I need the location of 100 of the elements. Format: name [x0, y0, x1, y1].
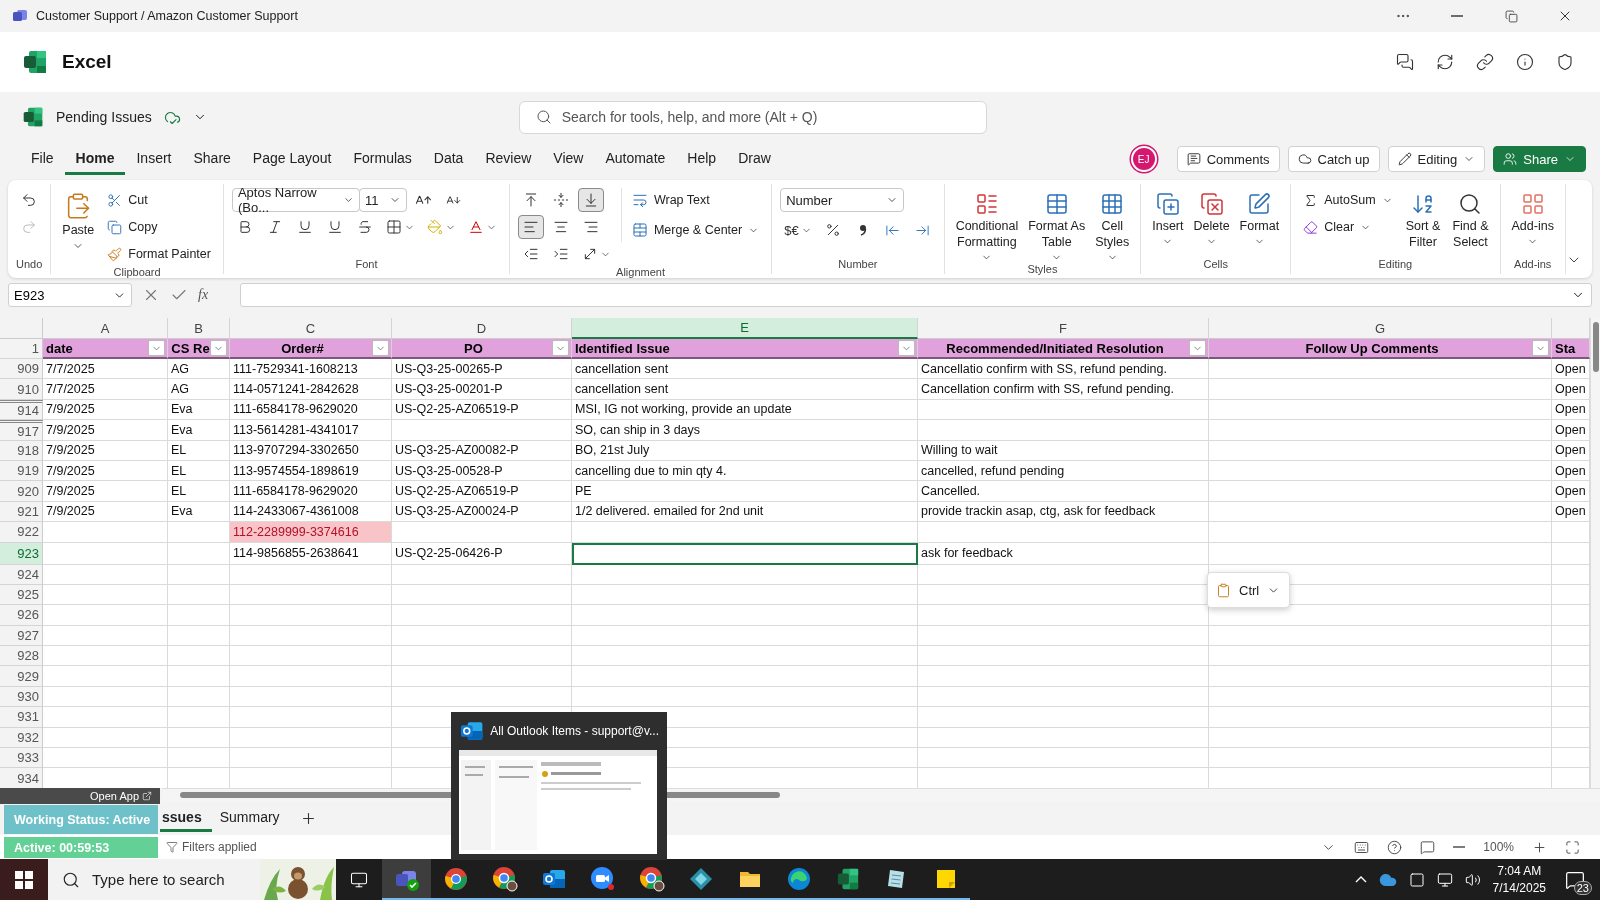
conditional-formatting-button[interactable]: Conditional Formatting — [952, 188, 1022, 263]
table-cell[interactable]: EL — [168, 440, 230, 461]
table-cell[interactable]: Cancellation confirm with SS, refund pending. — [918, 379, 1209, 400]
column-header[interactable]: D — [392, 318, 572, 339]
table-cell[interactable]: AG — [168, 379, 230, 400]
table-cell[interactable]: Open — [1552, 379, 1590, 400]
sort-filter-button[interactable]: Sort & Filter — [1402, 188, 1444, 250]
table-cell[interactable]: 113-5614281-4341017 — [230, 420, 392, 441]
table-cell[interactable]: Eva — [168, 420, 230, 441]
menu-tab[interactable]: Help — [676, 143, 728, 175]
column-header[interactable]: C — [230, 318, 392, 339]
column-header[interactable]: B — [168, 318, 230, 339]
table-cell[interactable]: US-Q2-25-AZ06519-P — [392, 399, 572, 421]
search-field[interactable]: Search for tools, help, and more (Alt + Q) — [518, 100, 987, 134]
table-cell[interactable]: US-Q2-25-AZ06519-P — [392, 481, 572, 502]
format-button[interactable]: Format — [1236, 188, 1283, 247]
sheet-tab[interactable]: Summary — [217, 804, 290, 832]
editing-button[interactable]: Editing — [1387, 146, 1486, 172]
table-cell[interactable]: 111-6584178-9629020 — [230, 399, 392, 421]
table-cell[interactable]: Open — [1552, 399, 1590, 421]
comments-button[interactable]: Comments — [1176, 146, 1280, 172]
menu-tab[interactable]: Insert — [125, 143, 183, 175]
table-cell[interactable]: 7/9/2025 — [43, 481, 168, 502]
delete-button[interactable]: Delete — [1190, 188, 1233, 247]
table-cell[interactable]: Open — [1552, 501, 1590, 523]
cut-button[interactable]: Cut — [103, 188, 215, 212]
paste-button[interactable]: Paste — [59, 188, 98, 252]
column-header[interactable]: A — [43, 318, 168, 339]
taskbar-search-field[interactable]: Type here to search — [48, 859, 336, 900]
menu-tab[interactable]: Automate — [594, 143, 677, 175]
cell-styles-button[interactable]: Cell Styles — [1092, 188, 1133, 263]
format-table-button[interactable]: Format As Table — [1025, 188, 1089, 263]
font-size-dropdown[interactable]: 11 — [358, 188, 407, 212]
table-cell[interactable]: 111-7529341-1608213 — [230, 359, 392, 380]
number-format-dropdown[interactable]: Number — [780, 188, 905, 212]
table-cell[interactable]: Open — [1552, 460, 1590, 482]
column-header[interactable]: E — [572, 318, 918, 339]
table-cell[interactable]: US-Q3-25-AZ00082-P — [392, 440, 572, 461]
insert-function-button[interactable]: fx — [198, 287, 209, 303]
table-cell[interactable]: Eva — [168, 501, 230, 523]
table-cell[interactable]: US-Q3-25-00528-P — [392, 460, 572, 482]
table-cell[interactable]: 114-9856855-2638641 — [230, 542, 392, 565]
table-cell[interactable]: 114-0571241-2842628 — [230, 379, 392, 400]
table-cell[interactable]: cancellation sent — [572, 359, 918, 380]
table-cell[interactable]: 7/9/2025 — [43, 460, 168, 482]
table-cell[interactable]: Cancelled. — [918, 481, 1209, 502]
merge-center-button[interactable]: Merge & Center — [627, 218, 764, 242]
name-box[interactable]: E923 — [8, 283, 132, 307]
autosum-button[interactable]: AutoSum — [1299, 188, 1397, 212]
table-cell[interactable]: MSI, IG not working, provide an update — [572, 399, 918, 421]
table-cell[interactable]: 7/7/2025 — [43, 379, 168, 400]
menu-tab[interactable]: Home — [64, 143, 126, 175]
table-cell[interactable]: BO, 21st July — [572, 440, 918, 461]
find-select-button[interactable]: Find & Select — [1449, 188, 1492, 250]
table-cell[interactable]: 7/7/2025 — [43, 359, 168, 380]
table-cell[interactable]: US-Q2-25-06426-P — [392, 542, 572, 565]
table-cell[interactable]: Open — [1552, 420, 1590, 441]
table-cell[interactable]: US-Q3-25-00265-P — [392, 359, 572, 380]
table-cell[interactable]: Cancellatio confirm with SS, refund pending. — [918, 359, 1209, 380]
wrap-text-button[interactable]: Wrap Text — [627, 188, 764, 212]
table-cell[interactable]: US-Q3-25-00201-P — [392, 379, 572, 400]
table-cell[interactable]: 7/9/2025 — [43, 501, 168, 523]
table-cell[interactable]: 113-9574554-1898619 — [230, 460, 392, 482]
taskbar-clock[interactable]: 7:04 AM 7/14/2025 — [1492, 862, 1546, 897]
menu-tab[interactable]: Formulas — [342, 143, 423, 175]
table-cell[interactable]: provide trackin asap, ctg, ask for feedback — [918, 501, 1209, 523]
table-cell[interactable]: 114-2433067-4361008 — [230, 501, 392, 523]
table-cell[interactable]: Willing to wait — [918, 440, 1209, 461]
table-cell[interactable]: SO, can ship in 3 days — [572, 420, 918, 441]
table-cell[interactable]: 7/9/2025 — [43, 399, 168, 421]
column-header[interactable]: G — [1209, 318, 1552, 339]
table-cell[interactable]: US-Q3-25-AZ00024-P — [392, 501, 572, 523]
table-cell[interactable]: PE — [572, 481, 918, 502]
table-cell[interactable]: 112-2289999-3374616 — [230, 522, 392, 543]
table-cell[interactable]: 7/9/2025 — [43, 440, 168, 461]
table-cell[interactable]: EL — [168, 460, 230, 482]
notification-button[interactable]: 23 — [1558, 864, 1592, 895]
menu-tab[interactable]: Data — [422, 143, 475, 175]
table-cell[interactable]: Open — [1552, 440, 1590, 461]
menu-tab[interactable]: Page Layout — [241, 143, 343, 175]
add-ins-button[interactable]: Add-ins — [1508, 188, 1557, 247]
currency-button[interactable]: $€ — [780, 218, 816, 242]
insert-button[interactable]: Insert — [1149, 188, 1187, 247]
user-avatar[interactable]: EJ — [1130, 146, 1157, 172]
table-cell[interactable]: 1/2 delivered. emailed for 2nd unit — [572, 501, 918, 523]
share-button[interactable]: Share — [1493, 146, 1586, 172]
open-app-button[interactable]: Open App — [90, 790, 152, 802]
table-cell[interactable]: Open — [1552, 359, 1590, 380]
format-painter-button[interactable]: Format Painter — [103, 242, 215, 266]
table-cell[interactable]: cancelling due to min qty 4. — [572, 460, 918, 482]
menu-tab[interactable]: File — [20, 143, 65, 175]
table-cell[interactable]: 7/9/2025 — [43, 420, 168, 441]
menu-tab[interactable]: Review — [474, 143, 543, 175]
table-cell[interactable]: 113-9707294-3302650 — [230, 440, 392, 461]
column-header[interactable]: F — [918, 318, 1209, 339]
table-cell[interactable]: EL — [168, 481, 230, 502]
menu-tab[interactable]: View — [542, 143, 595, 175]
table-cell[interactable]: cancellation sent — [572, 379, 918, 400]
table-cell[interactable]: 111-6584178-9629020 — [230, 481, 392, 502]
table-cell[interactable]: Open — [1552, 481, 1590, 502]
